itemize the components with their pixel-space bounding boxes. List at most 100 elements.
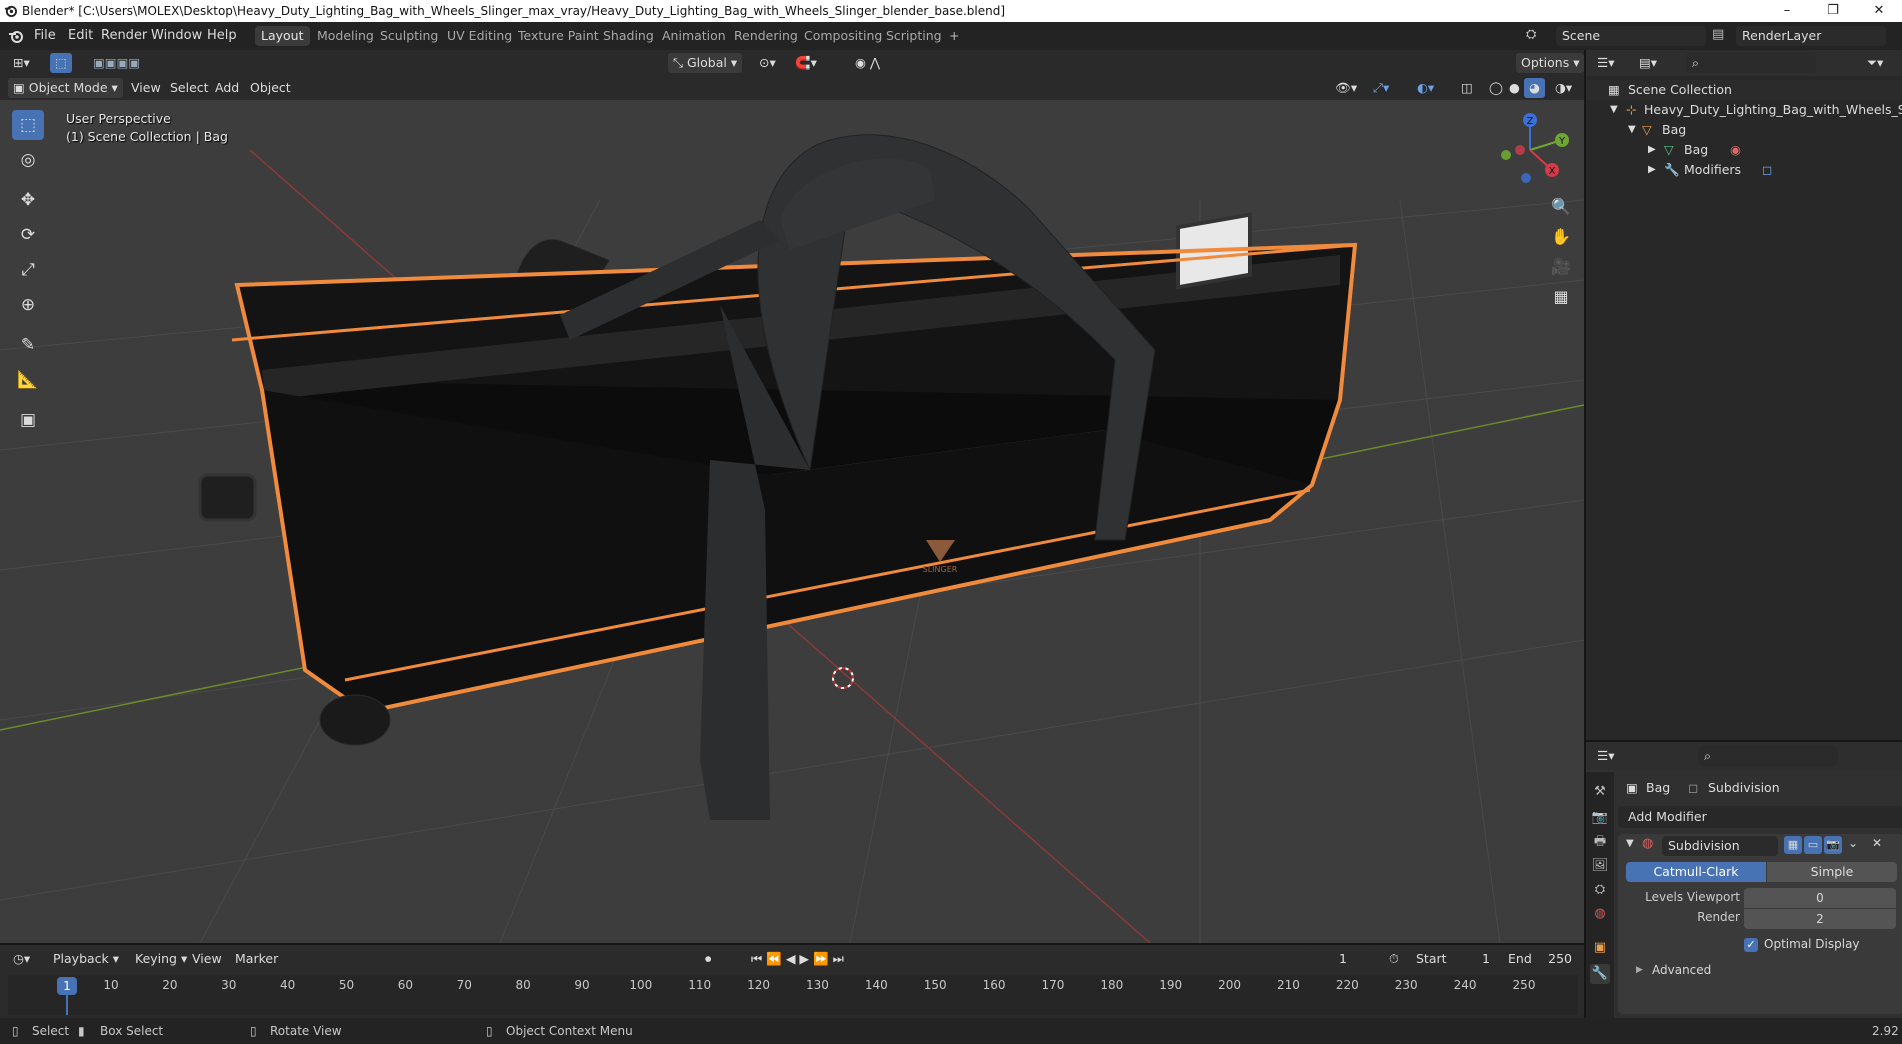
menu-timeline-view[interactable]: View	[187, 949, 227, 969]
render-layer-selector[interactable]: RenderLayer	[1736, 26, 1886, 46]
transform-tool[interactable]: ⊕	[12, 290, 44, 320]
world-tab-icon[interactable]: ◍	[1590, 904, 1610, 924]
pan-hand-icon[interactable]: ✋	[1548, 224, 1574, 250]
cursor-tool[interactable]: ◎	[12, 145, 44, 175]
view-layer-tab-icon[interactable]: 🖼	[1590, 856, 1610, 876]
tab-compositing[interactable]: Compositing	[798, 26, 888, 46]
advanced-subpanel-label[interactable]: Advanced	[1652, 963, 1711, 977]
bag-model[interactable]: SLINGER	[198, 134, 1358, 820]
scene-tab-icon[interactable]: ⛭	[1590, 880, 1610, 900]
menu-view[interactable]: View	[126, 78, 166, 98]
menu-object[interactable]: Object	[245, 78, 296, 98]
output-tab-icon[interactable]: 🖶	[1590, 832, 1610, 852]
outliner-row-bag-mesh[interactable]: ▶ ▽ Bag ◉	[1586, 140, 1902, 160]
playback-controls-icon[interactable]: ⏮⏪◀▶⏩⏭	[746, 949, 853, 969]
tab-layout[interactable]: Layout	[255, 26, 310, 46]
filter-icon[interactable]: ⏷▾	[1862, 53, 1888, 73]
camera-icon[interactable]: 🎥	[1548, 254, 1574, 280]
transform-orientation-dropdown[interactable]: ⤡ Global ▾	[668, 53, 743, 73]
annotate-tool[interactable]: ✎	[12, 330, 44, 360]
tab-uv-editing[interactable]: UV Editing	[441, 26, 518, 46]
advanced-expand-icon[interactable]: ▶	[1636, 965, 1643, 975]
menu-edit[interactable]: Edit	[68, 28, 93, 43]
shading-solid-icon[interactable]: ●	[1504, 78, 1525, 98]
proportional-edit-icon[interactable]: ◉ ⋀	[850, 53, 885, 73]
modifier-name-input[interactable]: Subdivision	[1662, 836, 1778, 856]
optimal-display-checkbox[interactable]: ✓	[1744, 938, 1758, 952]
pivot-icon[interactable]: ⊙▾	[754, 53, 781, 73]
modifier-tab-icon[interactable]: 🔧	[1590, 964, 1610, 984]
shading-rendered-icon[interactable]: ◑▾	[1550, 78, 1577, 98]
gizmo-neg-z-icon[interactable]	[1521, 173, 1531, 183]
outliner-row-collection[interactable]: ▼ ⊹ Heavy_Duty_Lighting_Bag_with_Wheels_…	[1586, 100, 1902, 120]
render-tab-icon[interactable]: 📷	[1590, 808, 1610, 828]
measure-tool[interactable]: 📐	[12, 365, 44, 395]
properties-search-input[interactable]: ⌕	[1698, 746, 1838, 766]
expand-arrow-icon[interactable]: ▼	[1628, 120, 1636, 140]
levels-viewport-field[interactable]: 0	[1744, 888, 1896, 908]
maximize-button[interactable]: ❐	[1810, 0, 1856, 22]
outliner-editor-type-icon[interactable]: ☰▾	[1592, 53, 1619, 73]
scene-icon[interactable]: ⛭	[1526, 27, 1536, 42]
blender-menu-icon[interactable]	[8, 28, 24, 44]
tab-shading[interactable]: Shading	[597, 26, 660, 46]
tab-texture-paint[interactable]: Texture Paint	[512, 26, 605, 46]
visibility-icon[interactable]: 👁▾	[1330, 78, 1362, 98]
start-frame-field[interactable]: Start 1	[1410, 949, 1498, 969]
edit-mode-toggle-icon[interactable]: ▦	[1784, 836, 1802, 854]
outliner-row-bag-object[interactable]: ▼ ▽ Bag	[1586, 120, 1902, 140]
add-workspace-button[interactable]: +	[943, 26, 965, 46]
select-mode-icons[interactable]: ▣▣▣▣	[88, 53, 145, 73]
menu-render[interactable]: Render	[101, 28, 147, 43]
expand-arrow-icon[interactable]: ▶	[1648, 140, 1656, 160]
close-button[interactable]: ✕	[1856, 0, 1902, 22]
properties-editor-type-icon[interactable]: ☰▾	[1592, 746, 1619, 766]
menu-help[interactable]: Help	[207, 28, 237, 43]
menu-window[interactable]: Window	[151, 28, 202, 43]
end-frame-field[interactable]: End 250	[1502, 949, 1580, 969]
tab-rendering[interactable]: Rendering	[728, 26, 804, 46]
tool-tab-icon[interactable]: ⚒	[1590, 782, 1610, 802]
tab-sculpting[interactable]: Sculpting	[374, 26, 444, 46]
select-tool-icon[interactable]: ⬚	[50, 53, 72, 73]
xray-icon[interactable]: ◫	[1456, 78, 1478, 98]
move-tool[interactable]: ✥	[12, 185, 44, 215]
simple-button[interactable]: Simple	[1767, 862, 1897, 882]
viewport-toggle-icon[interactable]: ▭	[1804, 836, 1822, 854]
tab-animation[interactable]: Animation	[656, 26, 732, 46]
object-tab-icon[interactable]: ▣	[1590, 938, 1610, 958]
playhead[interactable]: 1	[57, 977, 77, 995]
shading-material-icon[interactable]: ◕	[1524, 78, 1545, 98]
render-toggle-icon[interactable]: 📷	[1824, 836, 1842, 854]
object-mode-dropdown[interactable]: ▣ Object Mode ▾	[8, 78, 123, 98]
3d-viewport[interactable]: SLINGER User Perspective (1) Scene Colle…	[0, 100, 1584, 943]
zoom-icon[interactable]: 🔍	[1548, 194, 1574, 220]
stopwatch-icon[interactable]: ⏱	[1384, 949, 1404, 969]
catmull-clark-button[interactable]: Catmull-Clark	[1626, 862, 1766, 882]
outliner-search-input[interactable]: ⌕	[1686, 53, 1816, 73]
dropdown-chevron-icon[interactable]: ⌄	[1848, 836, 1858, 850]
outliner-row-modifiers[interactable]: ▶ 🔧 Modifiers ◻	[1586, 160, 1902, 180]
display-mode-icon[interactable]: ▤▾	[1634, 53, 1662, 73]
expand-arrow-icon[interactable]: ▼	[1610, 100, 1618, 120]
collapse-arrow-icon[interactable]: ▼	[1626, 838, 1634, 849]
render-levels-field[interactable]: 2	[1744, 909, 1896, 929]
menu-file[interactable]: File	[34, 28, 56, 43]
rotate-tool[interactable]: ⟳	[12, 220, 44, 250]
minimize-button[interactable]: –	[1764, 0, 1810, 22]
menu-marker[interactable]: Marker	[230, 949, 283, 969]
navigation-gizmo[interactable]: Z Y X	[1490, 110, 1570, 190]
tab-scripting[interactable]: Scripting	[880, 26, 948, 46]
editor-type-icon[interactable]: ⊞▾	[8, 53, 35, 73]
overlay-toggle-icon[interactable]: ◐▾	[1412, 78, 1439, 98]
tab-modeling[interactable]: Modeling	[311, 26, 380, 46]
timeline-editor-type-icon[interactable]: ◷▾	[8, 949, 35, 969]
timeline-ruler[interactable]: 10 20 30 40 50 60 70 80 90 100 110 120 130 140 150 160 1…	[8, 975, 1578, 1015]
layer-icon[interactable]: ▤	[1712, 27, 1724, 42]
menu-playback[interactable]: Playback ▾	[48, 949, 124, 969]
select-box-tool[interactable]: ⬚	[12, 110, 44, 140]
options-button[interactable]: Options ▾	[1516, 53, 1585, 73]
scene-selector[interactable]: Scene	[1556, 26, 1706, 46]
add-modifier-button[interactable]: Add Modifier	[1618, 806, 1902, 828]
expand-arrow-icon[interactable]: ▶	[1648, 160, 1656, 180]
